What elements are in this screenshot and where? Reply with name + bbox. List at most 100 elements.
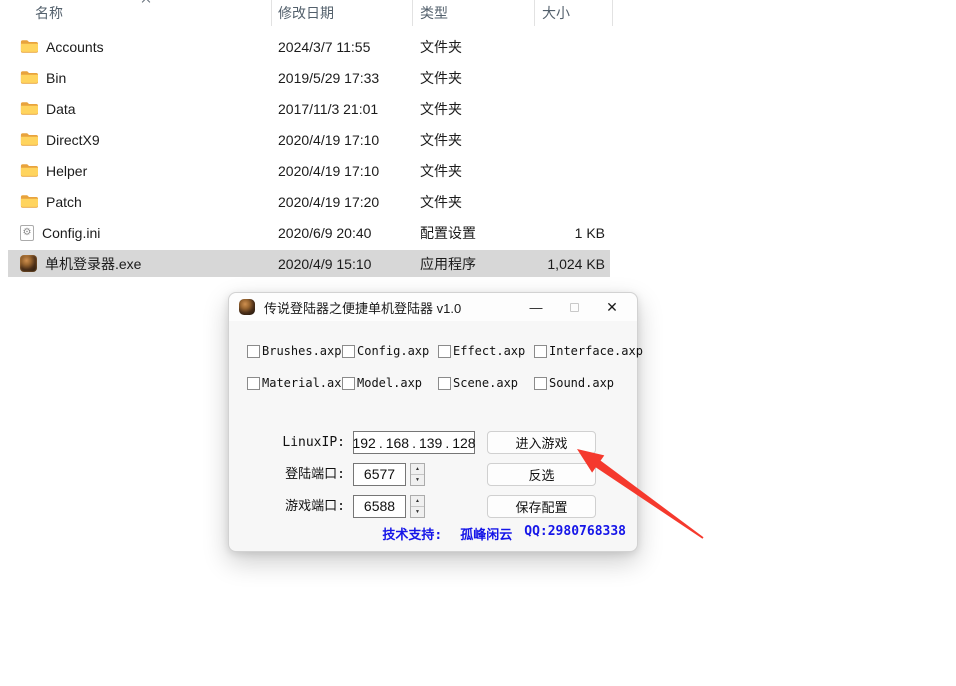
game-port-input[interactable]: 6588: [353, 495, 406, 518]
file-name-cell: Bin: [8, 70, 272, 86]
game-port-label: 游戏端口:: [285, 495, 345, 518]
file-date: 2020/4/19 17:20: [272, 194, 413, 210]
checkbox[interactable]: [247, 377, 260, 390]
file-type: 配置设置: [413, 223, 535, 243]
file-type: 文件夹: [413, 99, 535, 119]
login-port-label: 登陆端口:: [285, 463, 345, 486]
support-author: 孤峰闲云: [460, 524, 512, 543]
file-row[interactable]: ⚙ Config.ini 2020/6/9 20:40 配置设置 1 KB: [8, 219, 610, 246]
spinner-up-icon[interactable]: ▲: [411, 496, 424, 507]
linux-ip-row: LinuxIP: 192 . 168 . 139 . 128: [229, 431, 475, 454]
file-type: 文件夹: [413, 68, 535, 88]
close-button[interactable]: ✕: [593, 293, 631, 321]
spinner-down-icon[interactable]: ▼: [411, 475, 424, 485]
dialog-title: 传说登陆器之便捷单机登陆器 v1.0: [264, 298, 461, 317]
file-name-cell: Patch: [8, 194, 272, 210]
column-headers: 名称 修改日期 类型 大小: [0, 0, 622, 26]
file-name-cell: Data: [8, 101, 272, 117]
file-type: 文件夹: [413, 161, 535, 181]
column-header-name[interactable]: 名称: [0, 0, 272, 26]
ip-octet: 168: [386, 435, 409, 451]
login-port-row: 登陆端口: 6577 ▲ ▼: [229, 463, 475, 486]
folder-icon: [20, 163, 38, 178]
file-name: Bin: [46, 70, 66, 86]
file-size: 1,024 KB: [535, 256, 610, 272]
checkbox-item[interactable]: Model.axp: [342, 376, 438, 390]
checkbox-label: Material.axp: [262, 376, 349, 390]
game-port-spinner: ▲ ▼: [410, 495, 425, 518]
column-header-date[interactable]: 修改日期: [272, 0, 413, 26]
invert-selection-button[interactable]: 反选: [487, 463, 596, 486]
folder-icon: [20, 194, 38, 209]
checkbox-label: Interface.axp: [549, 344, 643, 358]
column-header-type[interactable]: 类型: [413, 0, 535, 26]
checkbox-item[interactable]: Scene.axp: [438, 376, 534, 390]
game-exe-icon: [20, 255, 37, 272]
login-port-spinner: ▲ ▼: [410, 463, 425, 486]
file-date: 2020/6/9 20:40: [272, 225, 413, 241]
checkbox[interactable]: [247, 345, 260, 358]
file-name-cell: ⚙ Config.ini: [8, 225, 272, 241]
game-port-row: 游戏端口: 6588 ▲ ▼: [229, 495, 475, 518]
checkbox[interactable]: [534, 345, 547, 358]
file-row-selected[interactable]: 单机登录器.exe 2020/4/9 15:10 应用程序 1,024 KB: [8, 250, 610, 277]
column-header-size[interactable]: 大小: [535, 0, 613, 26]
file-row[interactable]: Data 2017/11/3 21:01 文件夹: [8, 95, 610, 122]
support-qq: QQ:2980768338: [524, 524, 626, 543]
file-name-cell: Accounts: [8, 39, 272, 55]
checkbox-label: Brushes.axp: [262, 344, 341, 358]
ip-separator: .: [412, 435, 416, 451]
ini-file-icon: ⚙: [20, 225, 34, 241]
file-list: 名称 修改日期 类型 大小 Accounts 2024/3/7 11:55 文件…: [0, 0, 622, 281]
file-type: 文件夹: [413, 192, 535, 212]
checkbox-item[interactable]: Sound.axp: [534, 376, 643, 390]
file-name: Accounts: [46, 39, 104, 55]
checkbox[interactable]: [534, 377, 547, 390]
ip-separator: .: [445, 435, 449, 451]
login-port-input[interactable]: 6577: [353, 463, 406, 486]
checkbox[interactable]: [342, 377, 355, 390]
save-config-button[interactable]: 保存配置: [487, 495, 596, 518]
minimize-button[interactable]: —: [517, 293, 555, 321]
spinner-up-icon[interactable]: ▲: [411, 464, 424, 475]
checkbox-item[interactable]: Effect.axp: [438, 344, 534, 358]
file-type: 文件夹: [413, 130, 535, 150]
folder-icon: [20, 39, 38, 54]
file-row[interactable]: Patch 2020/4/19 17:20 文件夹: [8, 188, 610, 215]
ip-separator: .: [379, 435, 383, 451]
file-row[interactable]: Helper 2020/4/19 17:10 文件夹: [8, 157, 610, 184]
file-row[interactable]: Accounts 2024/3/7 11:55 文件夹: [8, 33, 610, 60]
checkbox-item[interactable]: Material.axp: [247, 376, 342, 390]
file-date: 2020/4/19 17:10: [272, 132, 413, 148]
checkbox[interactable]: [438, 345, 451, 358]
enter-game-button[interactable]: 进入游戏: [487, 431, 596, 454]
file-name: 单机登录器.exe: [45, 254, 141, 274]
checkbox-item[interactable]: Config.axp: [342, 344, 438, 358]
linux-ip-input[interactable]: 192 . 168 . 139 . 128: [353, 431, 475, 454]
checkbox-label: Config.axp: [357, 344, 429, 358]
file-name: Helper: [46, 163, 87, 179]
file-row[interactable]: DirectX9 2020/4/19 17:10 文件夹: [8, 126, 610, 153]
checkbox-item[interactable]: Brushes.axp: [247, 344, 342, 358]
file-name: DirectX9: [46, 132, 100, 148]
spinner-down-icon[interactable]: ▼: [411, 507, 424, 517]
app-icon: [239, 299, 255, 315]
folder-icon: [20, 132, 38, 147]
ip-octet: 192: [352, 435, 375, 451]
file-name: Data: [46, 101, 76, 117]
checkbox-label: Model.axp: [357, 376, 422, 390]
file-row[interactable]: Bin 2019/5/29 17:33 文件夹: [8, 64, 610, 91]
checkbox-item[interactable]: Interface.axp: [534, 344, 643, 358]
support-label: 技术支持:: [382, 524, 442, 543]
file-date: 2017/11/3 21:01: [272, 101, 413, 117]
file-type: 文件夹: [413, 37, 535, 57]
file-type: 应用程序: [413, 254, 535, 274]
axp-checkbox-grid: Brushes.axp Config.axp Effect.axp Interf…: [247, 344, 643, 390]
file-size: 1 KB: [535, 225, 610, 241]
checkbox[interactable]: [342, 345, 355, 358]
sort-ascending-icon[interactable]: [143, 0, 151, 7]
ip-octet: 128: [452, 435, 475, 451]
checkbox[interactable]: [438, 377, 451, 390]
checkbox-label: Sound.axp: [549, 376, 614, 390]
dialog-titlebar[interactable]: 传说登陆器之便捷单机登陆器 v1.0 — ✕: [229, 293, 637, 321]
